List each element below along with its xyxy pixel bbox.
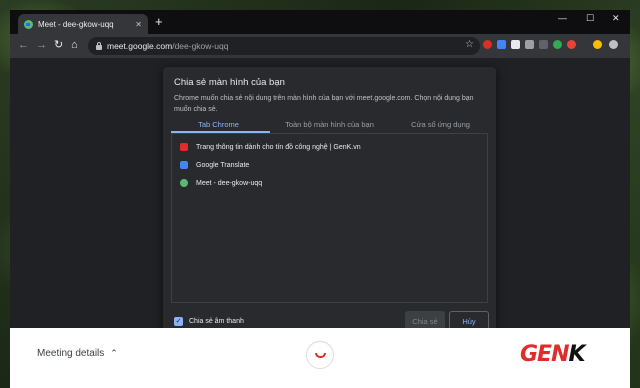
share-audio-checkbox[interactable]: ✓: [174, 317, 183, 326]
list-item-label: Meet - dee-gkow-uqq: [196, 179, 263, 187]
dialog-title: Chia sẻ màn hình của bạn: [174, 77, 285, 88]
genk-favicon-icon: [180, 143, 188, 151]
google-translate-icon: [180, 161, 188, 169]
meeting-details-button[interactable]: Meeting details ⌃: [37, 348, 118, 359]
meet-favicon-icon: [24, 19, 33, 29]
extension-stop-icon[interactable]: [525, 40, 534, 49]
minimize-button[interactable]: —: [558, 13, 567, 23]
extension-grid-icon[interactable]: [539, 40, 548, 49]
tab-list: Trang thông tin dành cho tín đồ công ngh…: [171, 134, 488, 303]
list-item[interactable]: Meet - dee-gkow-uqq: [172, 174, 487, 192]
phone-hangup-icon: [314, 352, 326, 358]
dialog-description: Chrome muốn chia sẻ nội dung trên màn hì…: [174, 95, 474, 113]
lock-icon: [96, 41, 102, 50]
forward-icon[interactable]: →: [36, 39, 47, 51]
address-bar[interactable]: meet.google.com /dee-gkow-uqq ☆: [88, 37, 480, 55]
hang-up-button[interactable]: [306, 341, 334, 369]
url-path: /dee-gkow-uqq: [172, 41, 229, 51]
chevron-up-icon: ⌃: [110, 348, 118, 358]
home-icon[interactable]: ⌂: [71, 39, 78, 51]
extension-record-icon[interactable]: [483, 40, 492, 49]
extension-puzzle-icon[interactable]: [593, 40, 602, 49]
title-bar: Meet - dee-gkow-uqq ✕ + — ☐ ✕: [10, 10, 630, 34]
genk-watermark-logo: GENK: [520, 342, 586, 367]
meeting-details-label: Meeting details: [37, 348, 105, 359]
browser-toolbar: ← → ↻ ⌂ meet.google.com /dee-gkow-uqq ☆: [10, 34, 630, 58]
meet-page: Chia sẻ màn hình của bạn Chrome muốn chi…: [10, 58, 630, 388]
extension-chart-icon[interactable]: [511, 40, 520, 49]
share-audio-label: Chia sẻ âm thanh: [189, 318, 244, 325]
meet-icon: [180, 179, 188, 187]
list-item[interactable]: Trang thông tin dành cho tín đồ công ngh…: [172, 138, 487, 156]
back-icon[interactable]: ←: [18, 39, 29, 51]
reload-icon[interactable]: ↻: [54, 39, 63, 51]
new-tab-button[interactable]: +: [155, 15, 163, 28]
tab-close-icon[interactable]: ✕: [135, 20, 142, 29]
bookmark-star-icon[interactable]: ☆: [465, 39, 474, 50]
close-window-button[interactable]: ✕: [612, 13, 620, 24]
url-host: meet.google.com: [107, 41, 173, 51]
list-item-label: Trang thông tin dành cho tín đồ công ngh…: [196, 143, 361, 151]
maximize-button[interactable]: ☐: [586, 13, 594, 24]
share-screen-dialog: Chia sẻ màn hình của bạn Chrome muốn chi…: [163, 67, 496, 345]
tab-title: Meet - dee-gkow-uqq: [38, 19, 114, 29]
extension-green-icon[interactable]: [553, 40, 562, 49]
list-item[interactable]: Google Translate: [172, 156, 487, 174]
extension-red-icon[interactable]: [567, 40, 576, 49]
profile-avatar[interactable]: [609, 40, 618, 49]
list-item-label: Google Translate: [196, 161, 250, 169]
extension-j-icon[interactable]: [497, 40, 506, 49]
browser-tab[interactable]: Meet - dee-gkow-uqq ✕: [18, 14, 148, 34]
chrome-window: Meet - dee-gkow-uqq ✕ + — ☐ ✕ ← → ↻ ⌂ me…: [10, 10, 630, 388]
